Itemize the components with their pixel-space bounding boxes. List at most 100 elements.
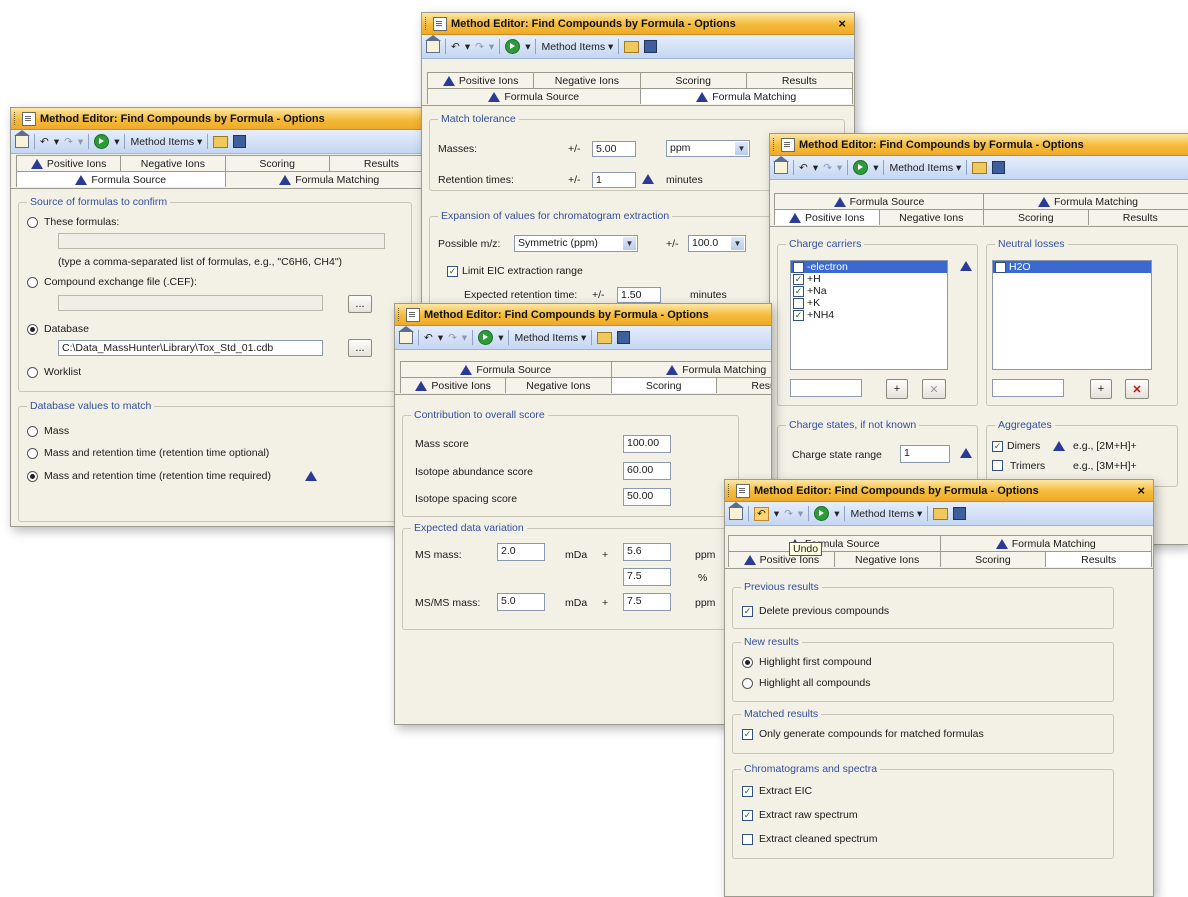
highlight-first-radio[interactable] bbox=[742, 657, 753, 668]
save-icon[interactable] bbox=[644, 40, 657, 53]
redo-icon[interactable]: ↷ bbox=[475, 41, 484, 53]
chevron-down-icon[interactable]: ▾ bbox=[78, 136, 83, 148]
list-item[interactable]: -electron bbox=[791, 261, 947, 273]
tab-formula-source[interactable]: Formula Source bbox=[400, 361, 612, 377]
run-icon[interactable] bbox=[94, 134, 109, 149]
mass-rt-required-radio[interactable] bbox=[27, 471, 38, 482]
chevron-down-icon[interactable]: ▾ bbox=[837, 162, 842, 174]
add-charge-carrier-button[interactable]: + bbox=[886, 379, 908, 399]
method-items-menu[interactable]: Method Items ▾ bbox=[541, 41, 613, 53]
add-neutral-loss-button[interactable]: + bbox=[1090, 379, 1112, 399]
undo-icon[interactable]: ↶ bbox=[754, 507, 769, 521]
tab-scoring[interactable]: Scoring bbox=[225, 155, 330, 171]
method-items-menu[interactable]: Method Items ▾ bbox=[130, 136, 202, 148]
redo-icon[interactable]: ↷ bbox=[64, 136, 73, 148]
list-item[interactable]: ✓+Na bbox=[791, 285, 947, 297]
mass-radio[interactable] bbox=[27, 426, 38, 437]
remove-charge-carrier-button[interactable]: ✕ bbox=[922, 379, 946, 399]
chevron-down-icon[interactable]: ▾ bbox=[498, 332, 503, 344]
open-folder-icon[interactable] bbox=[972, 162, 987, 174]
ms-mass-ppm-input[interactable]: 5.6 bbox=[623, 543, 671, 561]
chevron-down-icon[interactable]: ▾ bbox=[774, 508, 779, 520]
item-checkbox[interactable]: ✓ bbox=[793, 286, 804, 297]
pct-input[interactable]: 7.5 bbox=[623, 568, 671, 586]
masses-input[interactable]: 5.00 bbox=[592, 141, 636, 157]
neutral-losses-list[interactable]: H2O bbox=[992, 260, 1152, 370]
list-item[interactable]: ✓+H bbox=[791, 273, 947, 285]
tab-formula-source[interactable]: Formula Source bbox=[427, 88, 641, 104]
method-items-menu[interactable]: Method Items ▾ bbox=[514, 332, 586, 344]
tab-positive-ions[interactable]: Positive Ions bbox=[16, 155, 121, 171]
list-item[interactable]: ✓+NH4 bbox=[791, 309, 947, 321]
tab-negative-ions[interactable]: Negative Ions bbox=[533, 72, 640, 88]
redo-icon[interactable]: ↷ bbox=[823, 162, 832, 174]
tab-formula-matching[interactable]: Formula Matching bbox=[611, 361, 773, 377]
these-formulas-radio[interactable] bbox=[27, 217, 38, 228]
list-item[interactable]: +K bbox=[791, 297, 947, 309]
title-bar[interactable]: Method Editor: Find Compounds by Formula… bbox=[422, 13, 854, 35]
charge-state-range-input[interactable]: 1 bbox=[900, 445, 950, 463]
trimers-checkbox[interactable] bbox=[992, 460, 1003, 471]
item-checkbox[interactable] bbox=[995, 262, 1006, 273]
save-icon[interactable] bbox=[992, 161, 1005, 174]
tab-formula-matching[interactable]: Formula Matching bbox=[225, 171, 425, 187]
item-checkbox[interactable]: ✓ bbox=[793, 310, 804, 321]
tab-scoring[interactable]: Scoring bbox=[983, 209, 1089, 225]
cef-browse-button[interactable]: ... bbox=[348, 295, 372, 313]
redo-icon[interactable]: ↷ bbox=[784, 508, 793, 520]
neutral-loss-input[interactable] bbox=[992, 379, 1064, 397]
tab-negative-ions[interactable]: Negative Ions bbox=[505, 377, 611, 393]
run-icon[interactable] bbox=[478, 330, 493, 345]
tab-positive-ions[interactable]: Positive Ions bbox=[400, 377, 506, 393]
database-path-input[interactable]: C:\Data_MassHunter\Library\Tox_Std_01.cd… bbox=[58, 340, 323, 356]
possible-mz-pm-select[interactable]: 100.0▼ bbox=[688, 235, 746, 252]
database-radio[interactable] bbox=[27, 324, 38, 335]
item-checkbox[interactable] bbox=[793, 298, 804, 309]
undo-icon[interactable]: ↶ bbox=[40, 136, 49, 148]
home-icon[interactable] bbox=[399, 331, 413, 344]
tab-negative-ions[interactable]: Negative Ions bbox=[120, 155, 225, 171]
isotope-abundance-input[interactable]: 60.00 bbox=[623, 462, 671, 480]
tab-results[interactable]: Results bbox=[1088, 209, 1188, 225]
title-bar[interactable]: Method Editor: Find Compounds by Formula… bbox=[395, 304, 771, 326]
chevron-down-icon[interactable]: ▾ bbox=[465, 41, 470, 53]
extract-cleaned-checkbox[interactable] bbox=[742, 834, 753, 845]
run-icon[interactable] bbox=[505, 39, 520, 54]
tab-scoring[interactable]: Scoring bbox=[940, 551, 1047, 567]
undo-icon[interactable]: ↶ bbox=[451, 41, 460, 53]
open-folder-icon[interactable] bbox=[933, 508, 948, 520]
title-bar[interactable]: Method Editor: Find Compounds by Formula… bbox=[770, 134, 1188, 156]
item-checkbox[interactable] bbox=[793, 262, 804, 273]
tab-positive-ions[interactable]: Positive Ions bbox=[427, 72, 534, 88]
tab-formula-matching[interactable]: Formula Matching bbox=[940, 535, 1153, 551]
method-items-menu[interactable]: Method Items ▾ bbox=[889, 162, 961, 174]
tab-negative-ions[interactable]: Negative Ions bbox=[834, 551, 941, 567]
chevron-down-icon[interactable]: ▾ bbox=[525, 41, 530, 53]
extract-raw-checkbox[interactable]: ✓ bbox=[742, 810, 753, 821]
msms-mass-ppm-input[interactable]: 7.5 bbox=[623, 593, 671, 611]
tab-results[interactable]: Results bbox=[329, 155, 424, 171]
close-icon[interactable]: × bbox=[1137, 483, 1145, 498]
chevron-down-icon[interactable]: ▾ bbox=[489, 41, 494, 53]
charge-carriers-list[interactable]: -electron✓+H✓+Na+K✓+NH4 bbox=[790, 260, 948, 370]
tab-scoring[interactable]: Scoring bbox=[611, 377, 717, 393]
tab-negative-ions[interactable]: Negative Ions bbox=[879, 209, 985, 225]
open-folder-icon[interactable] bbox=[213, 136, 228, 148]
title-bar[interactable]: Method Editor: Find Compounds by Formula… bbox=[725, 480, 1153, 502]
delete-previous-checkbox[interactable]: ✓ bbox=[742, 606, 753, 617]
formulas-input[interactable] bbox=[58, 233, 385, 249]
chevron-down-icon[interactable]: ▾ bbox=[834, 508, 839, 520]
chevron-down-icon[interactable]: ▾ bbox=[438, 332, 443, 344]
rt-input[interactable]: 1 bbox=[592, 172, 636, 188]
chevron-down-icon[interactable]: ▾ bbox=[873, 162, 878, 174]
home-icon[interactable] bbox=[729, 507, 743, 520]
cef-radio[interactable] bbox=[27, 277, 38, 288]
home-icon[interactable] bbox=[774, 161, 788, 174]
tab-formula-matching[interactable]: Formula Matching bbox=[640, 88, 854, 104]
chevron-down-icon[interactable]: ▾ bbox=[813, 162, 818, 174]
charge-carrier-input[interactable] bbox=[790, 379, 862, 397]
only-generate-checkbox[interactable]: ✓ bbox=[742, 729, 753, 740]
tab-results[interactable]: Results bbox=[716, 377, 772, 393]
save-icon[interactable] bbox=[617, 331, 630, 344]
save-icon[interactable] bbox=[953, 507, 966, 520]
